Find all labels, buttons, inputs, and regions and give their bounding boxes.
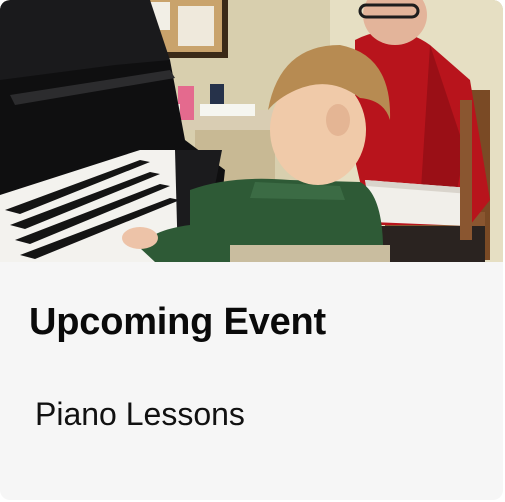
piano-lesson-illustration bbox=[0, 0, 503, 262]
card-heading: Upcoming Event bbox=[29, 301, 327, 343]
event-name[interactable]: Piano Lessons bbox=[35, 396, 245, 433]
event-photo bbox=[0, 0, 503, 262]
event-card[interactable]: Upcoming Event Piano Lessons bbox=[0, 0, 503, 500]
